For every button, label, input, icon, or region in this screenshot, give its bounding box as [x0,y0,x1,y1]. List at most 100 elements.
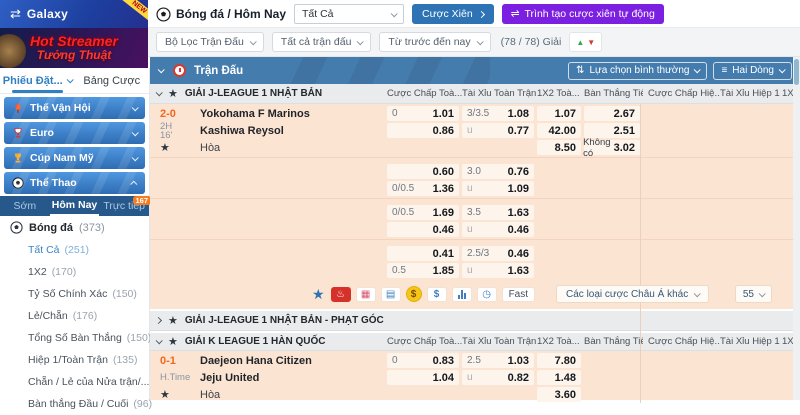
site-logo[interactable]: ⇄ Galaxy NEW [0,0,148,28]
euro-trophy-icon [12,127,24,139]
market-filter-select[interactable]: Tất Cả [294,4,404,24]
odds-under[interactable]: u 0.82 [462,370,534,385]
chevron-up-icon [130,180,137,187]
odds-handicap[interactable]: 0/0.5 1.69 [387,205,459,220]
odds-under[interactable]: u 1.63 [462,263,534,278]
new-badge: NEW [122,0,148,22]
bet-slip-icon[interactable]: ▤ [381,287,401,302]
auto-parlay-icon: ⇌ [511,8,520,20]
promo-banner[interactable]: Hot Streamer Tưởng Thuật [0,28,148,68]
auto-parlay-button[interactable]: ⇌ Trình tạo cược xiên tự động [502,4,664,24]
collapse-chevron-icon[interactable] [156,337,163,344]
favorite-star-icon[interactable]: ★ [168,335,178,348]
home-team[interactable]: Yokohama F Marinos [200,108,387,120]
league-header-jleague[interactable]: ★ GIẢI J-LEAGUE 1 NHẬT BẢN Cược Chấp Toà… [150,84,800,104]
sidebar-item-correct-score[interactable]: Tỷ Số Chính Xác (150) [0,283,149,305]
hot-bets-icon[interactable]: ♨ [331,287,351,302]
market-count-dropdown[interactable]: 55 [735,285,772,303]
league-header-jleague-corners[interactable]: ★ GIẢI J-LEAGUE 1 NHẬT BẢN - PHẠT GÓC [150,309,800,331]
odds-under[interactable]: u 0.46 [462,222,534,237]
coin-icon[interactable]: $ [406,286,422,302]
chevron-down-icon [132,154,139,161]
sort-up-icon: ▲ [576,38,584,47]
match-section-bar: Trận Đấu ⇅ Lựa chọn bình thường ≡ Hai Dò… [150,57,800,84]
league-header-kleague[interactable]: ★ GIẢI K LEAGUE 1 HÀN QUỐC Cược Chấp Toà… [150,331,800,351]
vertical-scrollbar[interactable] [793,57,800,400]
chevron-down-icon [66,76,73,83]
odds-under[interactable]: u 0.77 [462,123,534,138]
parlay-button[interactable]: Cược Xiên [412,4,494,24]
odds-1x2-away[interactable]: 1.48 [537,370,581,385]
sidebar-item-odd-even[interactable]: Lẻ/Chẵn (176) [0,305,149,327]
odds-1x2-home[interactable]: 7.80 [537,353,581,368]
odds-handicap-home[interactable]: 0 0.83 [387,353,459,368]
accordion-olympics[interactable]: Thế Vận Hội [4,97,145,119]
odds-handicap[interactable]: 0.41 [387,246,459,261]
away-team[interactable]: Kashiwa Reysol [200,125,387,137]
odds-1x2-away[interactable]: 42.00 [537,123,581,138]
sidebar-item-half-odd-even[interactable]: Chẵn / Lẻ của Nửa trận/... (129) [0,371,149,393]
chevron-down-icon [357,38,364,45]
collapse-chevron-icon[interactable] [156,89,163,96]
dollar-icon[interactable]: $ [427,287,447,302]
time-range-dropdown[interactable]: Từ trước đến nay [379,32,490,52]
home-team[interactable]: Daejeon Hana Citizen [200,355,387,367]
odds-under[interactable]: u 1.09 [462,181,534,196]
section-title: Trận Đấu [194,65,243,77]
favorite-star-icon[interactable]: ★ [160,141,170,154]
odds-over[interactable]: 3.5 1.63 [462,205,534,220]
odds-handicap[interactable]: 0.60 [387,164,459,179]
more-asian-bets-dropdown[interactable]: Các loại cược Châu Á khác [556,285,709,303]
torch-icon [12,102,24,114]
col-handicap-h1: Cược Chấp Hiệ... [648,88,720,99]
accordion-euro[interactable]: Euro [4,122,145,144]
odds-handicap[interactable]: 0/0.5 1.36 [387,181,459,196]
subtab-today[interactable]: Hôm Nay [50,196,100,216]
accordion-copa-america[interactable]: Cúp Nam Mỹ [4,147,145,169]
odds-no-next-goal[interactable]: Không có 3.02 [584,140,640,155]
odds-handicap-home[interactable]: 0 1.01 [387,106,459,121]
favorite-star-icon[interactable]: ★ [168,87,178,100]
odds-1x2-home[interactable]: 1.07 [537,106,581,121]
sidebar-sport-football[interactable]: Bóng đá (373) [0,216,149,239]
odds-next-goal-home[interactable]: 2.67 [584,106,640,121]
fast-market-badge[interactable]: Fast [502,287,535,302]
match-filter-button[interactable]: Bộ Lọc Trận Đấu [156,32,264,52]
expand-chevron-icon[interactable] [155,317,162,324]
sidebar-item-total-goals[interactable]: Tổng Số Bàn Thắng (150) [0,327,149,349]
favorite-star-icon[interactable]: ★ [168,314,178,327]
line-mode-dropdown[interactable]: ≡ Hai Dòng [713,62,792,80]
odds-over[interactable]: 3/3.5 1.08 [462,106,534,121]
sidebar-item-1x2[interactable]: 1X2 (170) [0,261,149,283]
odds-handicap[interactable]: 0.5 1.85 [387,263,459,278]
sort-toggle[interactable]: ▲ ▼ [569,32,602,52]
live-clock-icon [173,64,186,77]
away-team[interactable]: Jeju United [200,372,387,384]
sidebar-item-all[interactable]: Tất Cả (251) [0,239,149,261]
favorite-star-icon[interactable]: ★ [160,388,170,401]
stats-icon[interactable] [452,287,472,302]
odds-over[interactable]: 3.0 0.76 [462,164,534,179]
odds-1x2-draw[interactable]: 8.50 [537,140,581,155]
favorite-star-icon[interactable]: ★ [312,286,325,303]
column-divider [640,104,641,391]
display-mode-dropdown[interactable]: ⇅ Lựa chọn bình thường [568,62,707,80]
subtab-live[interactable]: Trực tiếp 167 [99,196,149,216]
collapse-chevron-icon[interactable] [158,66,165,73]
odds-over[interactable]: 2.5/3 0.46 [462,246,534,261]
odds-over[interactable]: 2.5 1.03 [462,353,534,368]
accordion-sports[interactable]: Thể Thao [4,172,145,194]
tab-bet-slip[interactable]: Phiếu Đặt... [0,68,75,93]
tab-bet-board[interactable]: Bảng Cược [75,68,150,93]
odds-handicap-away[interactable]: 1.04 [387,370,459,385]
col-next-goal: Bàn Thắng Tiếp... [584,88,643,99]
sidebar-item-ht-ft[interactable]: Hiệp 1/Toàn Trận (135) [0,349,149,371]
sidebar-item-first-last-goal[interactable]: Bàn thắng Đầu / Cuối (96) [0,393,149,415]
bet-grid-icon[interactable]: ▦ [356,287,376,302]
subtab-early[interactable]: Sớm [0,196,50,216]
scrollbar-thumb[interactable] [794,59,799,85]
all-matches-dropdown[interactable]: Tất cả trận đấu [272,32,372,52]
odds-handicap[interactable]: 0.46 [387,222,459,237]
odds-handicap-away[interactable]: 0.86 [387,123,459,138]
history-clock-icon[interactable]: ◷ [477,287,497,302]
